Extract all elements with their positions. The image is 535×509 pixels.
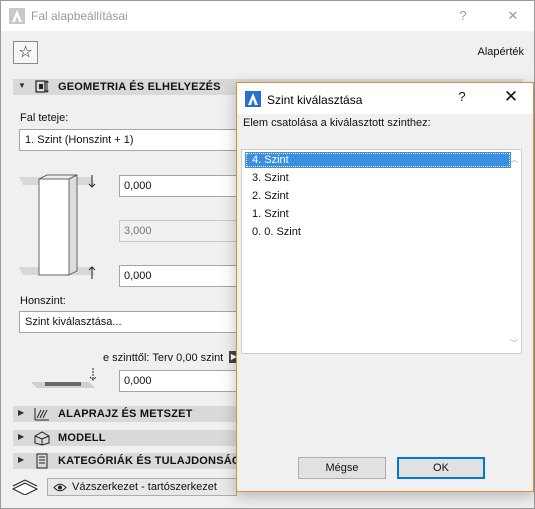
section-title-categories: KATEGÓRIÁK ÉS TULAJDONSÁGOK xyxy=(58,455,258,467)
list-item[interactable]: 0. 0. Szint xyxy=(245,224,511,240)
app-logo-icon xyxy=(9,8,25,24)
top-offset-input[interactable]: 0,000 xyxy=(119,175,239,197)
help-button[interactable]: ? xyxy=(448,3,478,29)
dialog-close-button[interactable]: ✕ xyxy=(497,87,525,109)
eye-icon xyxy=(53,483,67,492)
star-icon: ☆ xyxy=(18,44,33,61)
structure-value: Vázszerkezet - tartószerkezet xyxy=(72,481,217,493)
model-icon xyxy=(34,431,50,446)
ok-button[interactable]: OK xyxy=(397,457,485,479)
window-title: Fal alapbeállításai xyxy=(31,9,128,23)
scroll-down-icon[interactable]: ﹀ xyxy=(509,338,519,349)
section-title-floorplan: ALAPRAJZ ÉS METSZET xyxy=(58,408,193,420)
default-button[interactable]: Alapérték xyxy=(478,46,524,58)
main-titlebar: Fal alapbeállításai ? ✕ xyxy=(1,1,534,31)
expand-triangle-icon: ▶ xyxy=(18,432,25,441)
story-list[interactable]: 4. Szint 3. Szint 2. Szint 1. Szint 0. 0… xyxy=(241,149,522,354)
scroll-up-icon[interactable]: ︿ xyxy=(509,154,519,165)
bottom-offset-input[interactable]: 0,000 xyxy=(119,265,239,287)
geometry-icon xyxy=(35,80,49,93)
close-button[interactable]: ✕ xyxy=(498,3,528,29)
story-select-dialog: Szint kiválasztása ? ✕ Elem csatolása a … xyxy=(236,82,534,492)
floorplan-icon xyxy=(34,408,49,421)
app-logo-icon xyxy=(245,91,261,107)
home-story-label: Honszint: xyxy=(20,295,66,307)
wall-height-diagram xyxy=(19,174,96,279)
dialog-titlebar: Szint kiválasztása ? ✕ xyxy=(237,83,533,114)
list-item[interactable]: 2. Szint xyxy=(245,188,511,204)
section-title-model: MODELL xyxy=(58,432,106,444)
collapse-triangle-icon: ▼ xyxy=(18,81,26,90)
offset-reference-label: e szinttől: Terv 0,00 szint xyxy=(103,352,224,364)
base-offset-diagram xyxy=(31,368,97,388)
favorites-star-button[interactable]: ☆ xyxy=(13,41,38,64)
layer-icon xyxy=(11,479,39,495)
expand-triangle-icon: ▶ xyxy=(18,455,25,464)
list-item[interactable]: 4. Szint xyxy=(245,152,511,168)
wall-top-label: Fal teteje: xyxy=(20,112,69,124)
list-item[interactable]: 3. Szint xyxy=(245,170,511,186)
dialog-help-button[interactable]: ? xyxy=(449,89,475,109)
base-offset-input[interactable]: 0,000 xyxy=(119,370,239,392)
categories-icon xyxy=(36,453,48,469)
expand-triangle-icon: ▶ xyxy=(18,408,25,417)
dialog-prompt: Elem csatolása a kiválasztott szinthez: xyxy=(243,117,431,129)
list-item[interactable]: 1. Szint xyxy=(245,206,511,222)
home-story-combo[interactable]: Szint kiválasztása... xyxy=(19,311,249,333)
wall-height-input: 3,000 xyxy=(119,220,239,242)
section-title-geometry: GEOMETRIA ÉS ELHELYEZÉS xyxy=(58,81,221,93)
dialog-title: Szint kiválasztása xyxy=(267,93,363,107)
wall-top-combo[interactable]: 1. Szint (Honszint + 1) xyxy=(19,129,249,151)
cancel-button[interactable]: Mégse xyxy=(298,457,386,479)
structure-combo[interactable]: Vázszerkezet - tartószerkezet xyxy=(47,478,237,496)
